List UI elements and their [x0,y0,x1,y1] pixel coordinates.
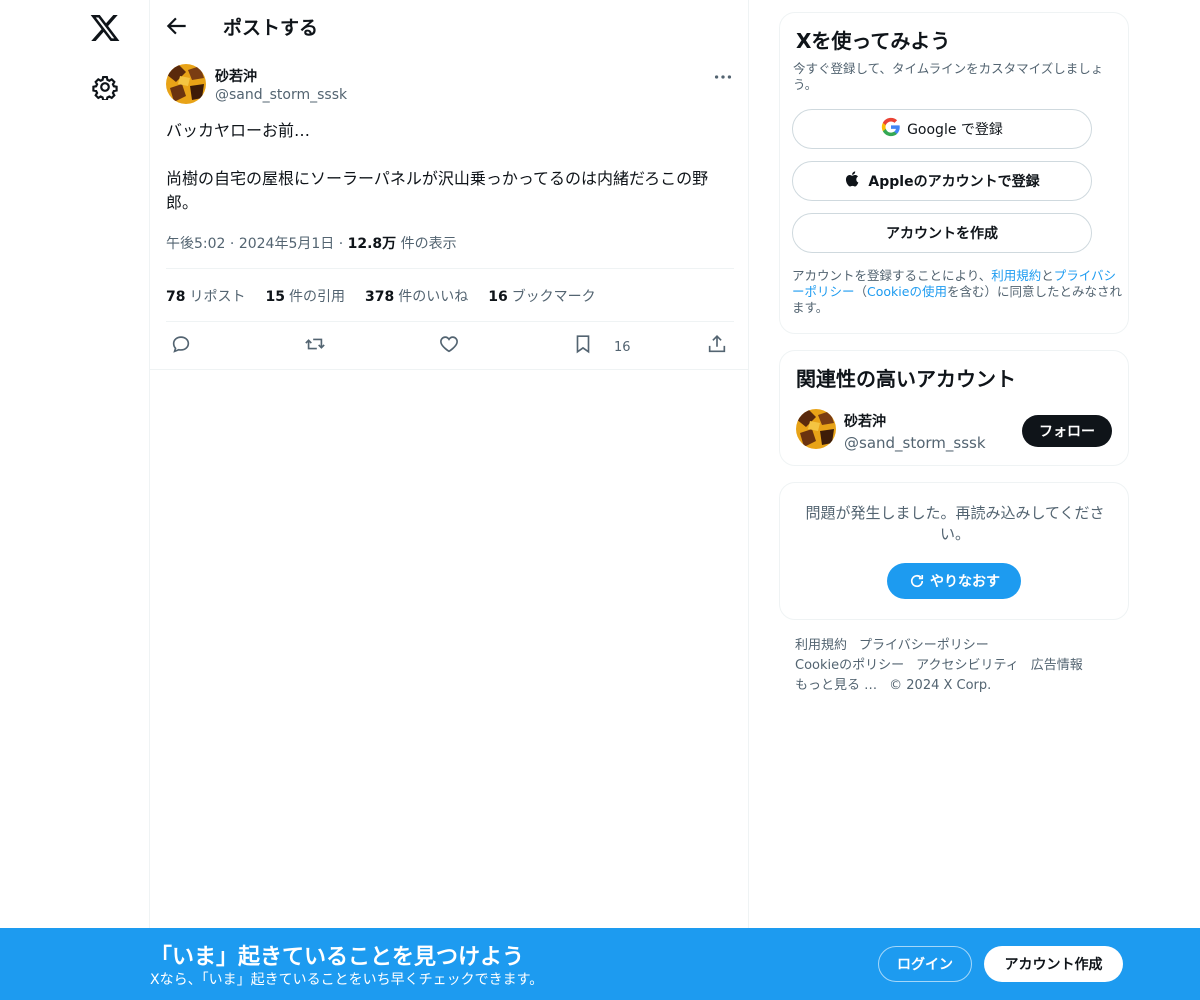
post-author: 砂若沖 @sand_storm_sssk [166,64,736,108]
apple-signup-label: Appleのアカウントで登録 [868,174,1040,190]
divider [166,268,734,269]
error-message: 問題が発生しました。再読み込みしてください。 [805,504,1105,543]
related-card-title: 関連性の高いアカウント [796,367,1016,391]
bookmark-icon[interactable] [572,333,596,357]
refresh-icon [910,574,924,588]
main-header: ポストする [150,0,750,54]
related-accounts-card: 関連性の高いアカウント 砂若沖 @sand_storm_sssk フォロー [779,350,1129,466]
likes-stat[interactable]: 378 件のいいね [365,286,468,306]
post-time[interactable]: 午後5:02 [166,236,225,252]
reply-icon[interactable] [170,333,194,357]
avatar[interactable] [796,409,836,449]
apple-icon [844,170,862,192]
reposts-stat[interactable]: 78 リポスト [166,286,245,306]
footer-links: 利用規約 プライバシーポリシー Cookieのポリシー アクセシビリティ 広告情報 も… [795,636,1125,696]
footer-more-link[interactable]: もっと見る … [795,678,877,693]
repost-icon[interactable] [304,333,328,357]
views-count: 12.8万 [347,236,397,252]
terms-link[interactable]: 利用規約 [991,268,1041,283]
terms-text: アカウントを登録することにより、 [792,268,992,283]
post-text: バッカヤローお前… 尚樹の自宅の屋根にソーラーパネルが沢山乗っかってるのは内緒だ… [166,121,709,212]
cookie-link[interactable]: Cookieの使用 [867,284,947,299]
signup-card-title: Xを使ってみよう [796,29,951,53]
author-handle[interactable]: @sand_storm_sssk [215,87,347,103]
signup-card: Xを使ってみよう 今すぐ登録して、タイムラインをカスタマイズしましょう。 Goo… [779,12,1129,334]
share-icon[interactable] [706,333,730,357]
google-signup-button[interactable]: Google で登録 [792,109,1092,149]
apple-signup-button[interactable]: Appleのアカウントで登録 [792,161,1092,201]
meta-separator: · [229,236,239,252]
divider [150,369,748,370]
error-card: 問題が発生しました。再読み込みしてください。 やりなおす [779,482,1129,620]
author-name[interactable]: 砂若沖 [215,66,257,86]
quotes-stat[interactable]: 15 件の引用 [265,286,344,306]
more-options-icon[interactable] [712,66,734,88]
create-account-button[interactable]: アカウントを作成 [792,213,1092,253]
avatar[interactable] [166,64,206,104]
copyright: © 2024 X Corp. [889,678,992,693]
bottom-bar-subtitle: Xなら、「いま」起きていることをいち早くチェックできます。 [150,972,544,988]
related-account-handle[interactable]: @sand_storm_sssk [844,434,986,452]
page-title: ポストする [223,17,319,39]
retry-label: やりなおす [930,574,1000,590]
post-date[interactable]: 2024年5月1日 [239,236,334,252]
google-signup-label: Google で登録 [907,122,1003,138]
footer-terms-link[interactable]: 利用規約 [795,638,847,653]
footer-cookie-link[interactable]: Cookieのポリシー [795,658,904,673]
signup-button[interactable]: アカウント作成 [984,946,1123,982]
terms-notice: アカウントを登録することにより、利用規約とプライバシーポリシー（Cookieの使… [792,268,1122,316]
follow-button[interactable]: フォロー [1022,415,1112,447]
bookmark-count: 16 [614,340,631,355]
main-column: ポストする 砂若沖 @sand_storm_sssk バッカヤローお前… 尚樹の… [149,0,749,1000]
signup-description: 今すぐ登録して、タイムラインをカスタマイズしましょう。 [793,61,1104,92]
divider [166,321,734,322]
views-label: 件の表示 [400,236,457,252]
post-stats: 78 リポスト 15 件の引用 378 件のいいね 16 ブックマーク [166,286,596,306]
related-account-name[interactable]: 砂若沖 [844,411,886,431]
gear-icon[interactable] [92,74,118,102]
bottom-signup-bar: 「いま」起きていることを見つけよう Xなら、「いま」起きていることをいち早くチェ… [0,928,1200,1000]
footer-accessibility-link[interactable]: アクセシビリティ [916,658,1019,673]
back-arrow-icon[interactable] [164,13,190,39]
bookmarks-stat[interactable]: 16 ブックマーク [488,286,595,306]
google-icon [881,117,901,141]
bottom-bar-title: 「いま」起きていることを見つけよう [150,945,525,970]
x-logo-icon[interactable] [89,12,121,44]
post-actions: 16 [166,333,734,359]
terms-text: と [1041,268,1054,283]
terms-text: （ [854,284,868,299]
left-rail [0,0,150,1000]
retry-button[interactable]: やりなおす [887,563,1021,599]
meta-separator: · [338,236,348,252]
login-button[interactable]: ログイン [878,946,972,982]
footer-ads-link[interactable]: 広告情報 [1031,658,1083,673]
like-icon[interactable] [438,333,462,357]
footer-privacy-link[interactable]: プライバシーポリシー [859,638,989,653]
create-account-label: アカウントを作成 [886,226,998,242]
post-meta: 午後5:02 · 2024年5月1日 · 12.8万 件の表示 [166,233,457,253]
